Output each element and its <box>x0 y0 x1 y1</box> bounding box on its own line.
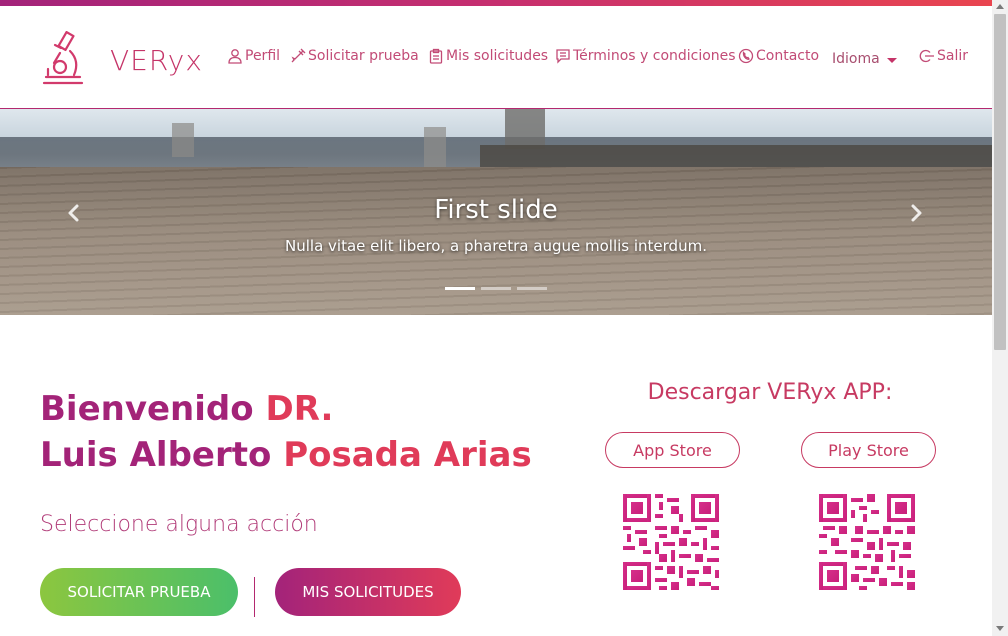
request-test-button[interactable]: SOLICITAR PRUEBA <box>40 568 238 616</box>
carousel-image-post <box>424 127 446 167</box>
doctor-title: DR. <box>265 389 334 429</box>
app-store-button[interactable]: App Store <box>605 432 740 468</box>
play-store-qr-code[interactable] <box>819 494 915 590</box>
welcome-word: Bienvenido <box>40 389 254 429</box>
carousel-indicator-2[interactable] <box>481 287 511 290</box>
vertical-scrollbar[interactable] <box>992 0 1008 636</box>
carousel-caption: Nulla vitae elit libero, a pharetra augu… <box>285 237 707 255</box>
logout-icon <box>919 49 934 63</box>
download-app-title: Descargar VERyx APP: <box>647 380 893 405</box>
nav-label: Salir <box>937 48 969 64</box>
carousel-image-sky <box>0 109 992 137</box>
hero-carousel[interactable]: First slide Nulla vitae elit libero, a p… <box>0 109 992 315</box>
clipboard-icon <box>429 48 443 64</box>
nav-label: Perfil <box>245 48 281 64</box>
microscope-icon[interactable] <box>40 31 84 85</box>
chat-icon <box>556 49 570 64</box>
scroll-up-arrow-icon[interactable] <box>996 4 1004 9</box>
nav-perfil[interactable]: Perfil <box>227 46 280 66</box>
nav-label: Contacto <box>756 48 820 64</box>
syringe-icon <box>291 48 306 63</box>
welcome-line-1: Bienvenido DR. <box>40 386 532 432</box>
nav-label: Términos y condiciones <box>573 48 736 64</box>
carousel-image-post <box>505 109 545 149</box>
carousel-image-post <box>172 123 194 157</box>
nav-contacto[interactable]: Contacto <box>738 46 819 66</box>
buttons-divider <box>254 577 255 617</box>
carousel-indicator-3[interactable] <box>517 287 547 290</box>
nav-salir[interactable]: Salir <box>919 46 968 66</box>
navbar: VERyx Perfil Solicitar prueba Mis solici… <box>0 6 992 109</box>
nav-label: Mis solicitudes <box>446 48 549 64</box>
nav-mis-solicitudes[interactable]: Mis solicitudes <box>428 46 548 66</box>
nav-terminos[interactable]: Términos y condiciones <box>555 46 736 66</box>
caret-down-icon <box>886 57 897 63</box>
carousel-indicator-1[interactable] <box>445 287 475 290</box>
language-dropdown[interactable]: Idioma <box>832 49 897 69</box>
carousel-title: First slide <box>434 195 558 225</box>
scroll-down-arrow-icon[interactable] <box>996 626 1004 631</box>
phone-icon <box>738 48 754 64</box>
language-label: Idioma <box>832 51 880 67</box>
welcome-line-2: Luis Alberto Posada Arias <box>40 432 532 478</box>
welcome-heading: Bienvenido DR. Luis Alberto Posada Arias <box>40 386 532 478</box>
app-store-qr-code[interactable] <box>623 494 719 590</box>
user-icon <box>228 49 242 64</box>
brand-name[interactable]: VERyx <box>110 44 203 77</box>
nav-solicitar-prueba[interactable]: Solicitar prueba <box>290 46 419 66</box>
doctor-first-name: Luis Alberto <box>40 435 272 475</box>
play-store-button[interactable]: Play Store <box>801 432 936 468</box>
doctor-last-name: Posada Arias <box>283 435 532 475</box>
carousel-indicators <box>445 287 547 290</box>
select-action-subtitle: Seleccione alguna acción <box>40 512 318 537</box>
scrollbar-thumb[interactable] <box>994 14 1006 350</box>
my-requests-button[interactable]: MIS SOLICITUDES <box>275 568 461 616</box>
nav-label: Solicitar prueba <box>308 48 419 64</box>
